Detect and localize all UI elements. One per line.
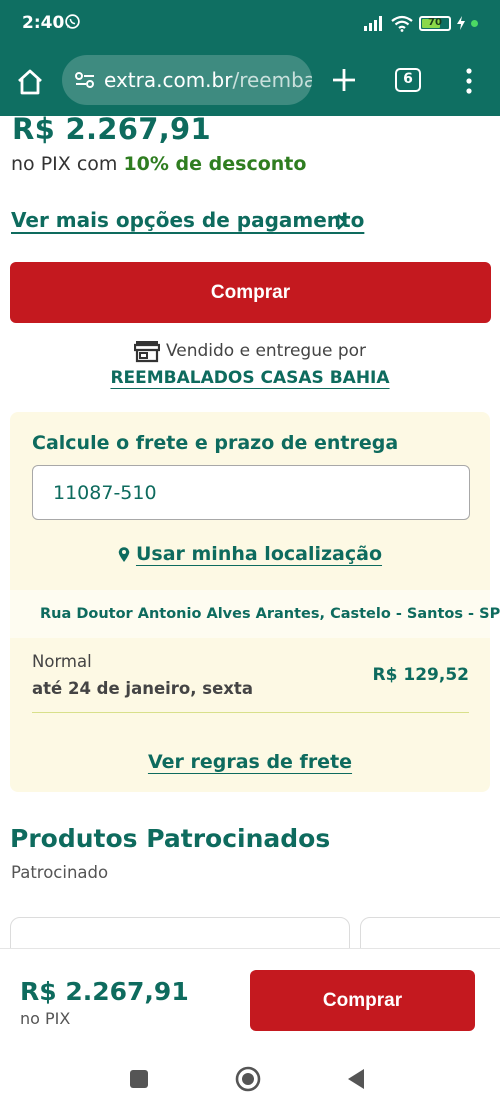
divider	[32, 712, 469, 713]
sold-by-text: Vendido e entregue por	[165, 341, 367, 361]
shipping-type: Normal	[32, 652, 92, 671]
footer-price: R$ 2.267,91	[20, 977, 189, 1006]
status-time: 2:40	[22, 13, 65, 33]
pix-discount: 10% de desconto	[123, 153, 307, 175]
location-pin-icon	[118, 546, 130, 562]
browser-toolbar: extra.com.br/reembal 6	[0, 48, 500, 116]
cep-input[interactable]	[32, 465, 470, 520]
footer-pix-label: no PIX	[20, 1009, 71, 1028]
sponsored-subtitle: Patrocinado	[11, 863, 109, 882]
system-nav-bar	[0, 1048, 500, 1111]
shipping-date: até 24 de janeiro, sexta	[32, 679, 253, 698]
address-text: Rua Doutor Antonio Alves Arantes, Castel…	[40, 606, 500, 622]
more-payment-options-link[interactable]: Ver mais opções de pagamento	[11, 208, 364, 232]
seller-link[interactable]: REEMBALADOS CASAS BAHIA	[0, 368, 500, 388]
chevron-right-icon[interactable]	[334, 212, 350, 232]
url-host: extra.com.br	[104, 68, 233, 92]
pix-prefix: no PIX com	[11, 153, 124, 175]
use-location-link[interactable]: Usar minha localização	[10, 543, 490, 565]
home-icon[interactable]	[14, 66, 46, 98]
charging-icon	[457, 16, 465, 30]
status-bar: 2:40 70	[0, 0, 500, 48]
battery-level: 70	[428, 16, 442, 28]
address-bar[interactable]: extra.com.br/reembal	[62, 55, 312, 105]
wifi-icon	[391, 15, 413, 32]
freight-calculator: Calcule o frete e prazo de entrega Usar …	[10, 412, 500, 792]
whatsapp-icon	[65, 14, 80, 29]
store-icon	[133, 341, 160, 363]
sponsored-section-title: Produtos Patrocinados	[10, 824, 331, 853]
url-text[interactable]: extra.com.br/reembal	[104, 68, 312, 92]
url-path: /reembal	[232, 68, 312, 92]
shipping-rules-link[interactable]: Ver regras de frete	[10, 751, 490, 773]
sold-by-line: Vendido e entregue por	[0, 339, 500, 363]
product-price: R$ 2.267,91	[12, 112, 212, 146]
tab-switcher-button[interactable]: 6	[395, 68, 421, 92]
delivery-address: Rua Doutor Antonio Alves Arantes, Castel…	[10, 590, 500, 638]
more-menu-icon[interactable]	[458, 66, 480, 96]
footer-buy-button[interactable]: Comprar	[250, 970, 475, 1031]
status-indicators: 70	[363, 14, 478, 32]
new-tab-icon[interactable]	[330, 66, 358, 94]
freight-title: Calcule o frete e prazo de entrega	[32, 432, 399, 454]
signal-icon	[364, 16, 382, 31]
pix-discount-line: no PIX com 10% de desconto	[11, 153, 306, 175]
buy-button[interactable]: Comprar	[10, 262, 491, 323]
use-location-label[interactable]: Usar minha localização	[136, 543, 382, 565]
site-settings-icon[interactable]	[74, 69, 96, 91]
shipping-price: R$ 129,52	[372, 665, 469, 685]
recents-icon[interactable]	[130, 1070, 148, 1088]
sticky-buy-bar: R$ 2.267,91 no PIX Comprar	[0, 948, 500, 1048]
back-icon[interactable]	[346, 1067, 366, 1091]
battery-icon: 70	[419, 15, 451, 31]
privacy-dot-icon	[471, 19, 478, 27]
home-circle-icon[interactable]	[235, 1066, 261, 1092]
